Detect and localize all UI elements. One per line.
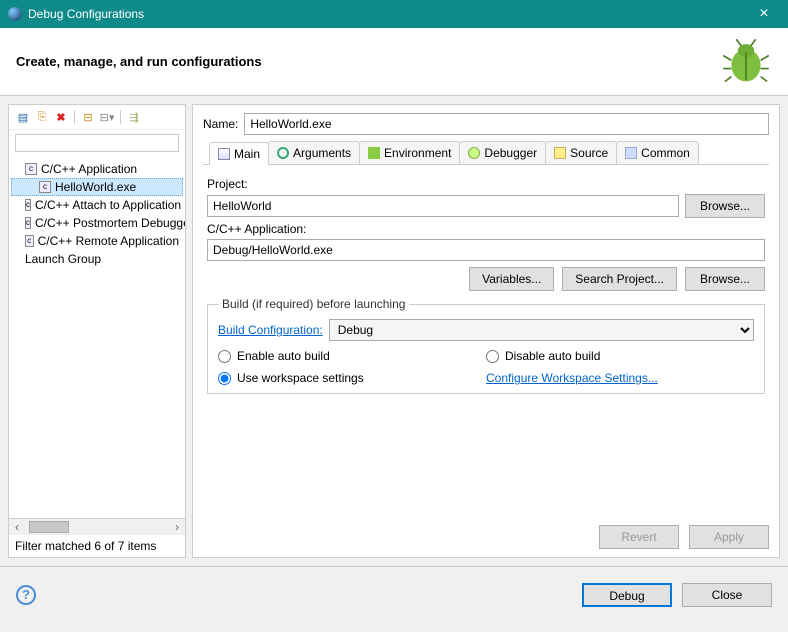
- tab-main[interactable]: Main: [209, 142, 269, 165]
- window-title: Debug Configurations: [28, 7, 748, 21]
- scroll-thumb[interactable]: [29, 521, 69, 533]
- filter-status: Filter matched 6 of 7 items: [9, 534, 185, 557]
- revert-button[interactable]: Revert: [599, 525, 679, 549]
- tree-item-attach[interactable]: c C/C++ Attach to Application: [11, 196, 183, 214]
- main-icon: [218, 148, 230, 160]
- tab-debugger[interactable]: Debugger: [459, 141, 546, 164]
- build-legend: Build (if required) before launching: [218, 297, 409, 311]
- c-icon: c: [25, 217, 31, 229]
- c-icon: c: [39, 181, 51, 193]
- delete-icon[interactable]: ✖: [53, 109, 69, 125]
- horizontal-scrollbar[interactable]: ‹ ›: [9, 518, 185, 534]
- filter-input[interactable]: [15, 134, 179, 152]
- application-label: C/C++ Application:: [207, 222, 765, 236]
- eclipse-icon: [8, 7, 22, 21]
- tab-label: Source: [570, 146, 608, 160]
- config-form-panel: Name: Main Arguments Environment Debugge…: [192, 104, 780, 558]
- duplicate-icon[interactable]: ⎘: [34, 109, 50, 125]
- close-icon[interactable]: ×: [748, 5, 780, 23]
- configure-workspace-link[interactable]: Configure Workspace Settings...: [486, 371, 658, 385]
- tree-item-helloworld[interactable]: c HelloWorld.exe: [11, 178, 183, 196]
- browse-app-button[interactable]: Browse...: [685, 267, 765, 291]
- separator: [74, 110, 75, 124]
- tab-label: Environment: [384, 146, 451, 160]
- radio-label: Use workspace settings: [237, 371, 364, 385]
- new-config-icon[interactable]: ▤: [15, 109, 31, 125]
- variables-button[interactable]: Variables...: [469, 267, 554, 291]
- build-fieldset: Build (if required) before launching Bui…: [207, 297, 765, 394]
- tree-item-label: Launch Group: [25, 252, 101, 266]
- tab-label: Common: [641, 146, 690, 160]
- use-workspace-radio[interactable]: Use workspace settings: [218, 371, 486, 385]
- tab-bar: Main Arguments Environment Debugger Sour…: [203, 141, 769, 165]
- dialog-button-bar: ? Debug Close: [0, 566, 788, 622]
- config-tree-panel: ▤ ⎘ ✖ ⊟ ⊟▾ ⇶ c C/C++ Application c HelloWo…: [8, 104, 186, 558]
- name-label: Name:: [203, 117, 238, 131]
- tree-item-label: C/C++ Application: [41, 162, 137, 176]
- common-icon: [625, 147, 637, 159]
- debugger-icon: [468, 147, 480, 159]
- build-config-select[interactable]: Debug: [329, 319, 754, 341]
- header-text: Create, manage, and run configurations: [16, 54, 720, 69]
- tree-item-launch-group[interactable]: Launch Group: [11, 250, 183, 268]
- tab-common[interactable]: Common: [616, 141, 699, 164]
- application-input[interactable]: [207, 239, 765, 261]
- export-icon[interactable]: ⊟: [80, 109, 96, 125]
- tab-source[interactable]: Source: [545, 141, 617, 164]
- tree-item-label: C/C++ Attach to Application: [35, 198, 181, 212]
- tab-arguments[interactable]: Arguments: [268, 141, 360, 164]
- tab-label: Main: [234, 147, 260, 161]
- collapse-icon[interactable]: ⊟▾: [99, 109, 115, 125]
- scroll-right-icon[interactable]: ›: [169, 520, 185, 534]
- tab-label: Debugger: [484, 146, 537, 160]
- dialog-header: Create, manage, and run configurations: [0, 28, 788, 96]
- tree-item-cpp-app[interactable]: c C/C++ Application: [11, 160, 183, 178]
- name-input[interactable]: [244, 113, 769, 135]
- config-tree[interactable]: cC/C++ Application cHelloWorld.exe cC/C+…: [9, 156, 185, 518]
- tab-label: Arguments: [293, 146, 351, 160]
- apply-button[interactable]: Apply: [689, 525, 769, 549]
- browse-project-button[interactable]: Browse...: [685, 194, 765, 218]
- project-input[interactable]: [207, 195, 679, 217]
- environment-icon: [368, 147, 380, 159]
- bug-icon: [720, 36, 772, 88]
- separator: [120, 110, 121, 124]
- c-icon: c: [25, 163, 37, 175]
- tree-toolbar: ▤ ⎘ ✖ ⊟ ⊟▾ ⇶: [9, 105, 185, 130]
- tab-environment[interactable]: Environment: [359, 141, 460, 164]
- project-label: Project:: [207, 177, 765, 191]
- tree-item-label: C/C++ Remote Application: [38, 234, 179, 248]
- tree-item-remote[interactable]: c C/C++ Remote Application: [11, 232, 183, 250]
- title-bar: Debug Configurations ×: [0, 0, 788, 28]
- disable-auto-build-radio[interactable]: Disable auto build: [486, 349, 754, 363]
- help-icon[interactable]: ?: [16, 585, 36, 605]
- tree-item-label: C/C++ Postmortem Debugger: [35, 216, 185, 230]
- build-config-link[interactable]: Build Configuration:: [218, 323, 323, 337]
- radio-label: Disable auto build: [505, 349, 600, 363]
- tree-item-postmortem[interactable]: c C/C++ Postmortem Debugger: [11, 214, 183, 232]
- tree-item-label: HelloWorld.exe: [55, 180, 136, 194]
- source-icon: [554, 147, 566, 159]
- scroll-left-icon[interactable]: ‹: [9, 520, 25, 534]
- search-project-button[interactable]: Search Project...: [562, 267, 677, 291]
- c-icon: c: [25, 235, 34, 247]
- debug-button[interactable]: Debug: [582, 583, 672, 607]
- close-button[interactable]: Close: [682, 583, 772, 607]
- enable-auto-build-radio[interactable]: Enable auto build: [218, 349, 486, 363]
- filter-icon[interactable]: ⇶: [126, 109, 142, 125]
- radio-label: Enable auto build: [237, 349, 330, 363]
- c-icon: c: [25, 199, 31, 211]
- arguments-icon: [277, 147, 289, 159]
